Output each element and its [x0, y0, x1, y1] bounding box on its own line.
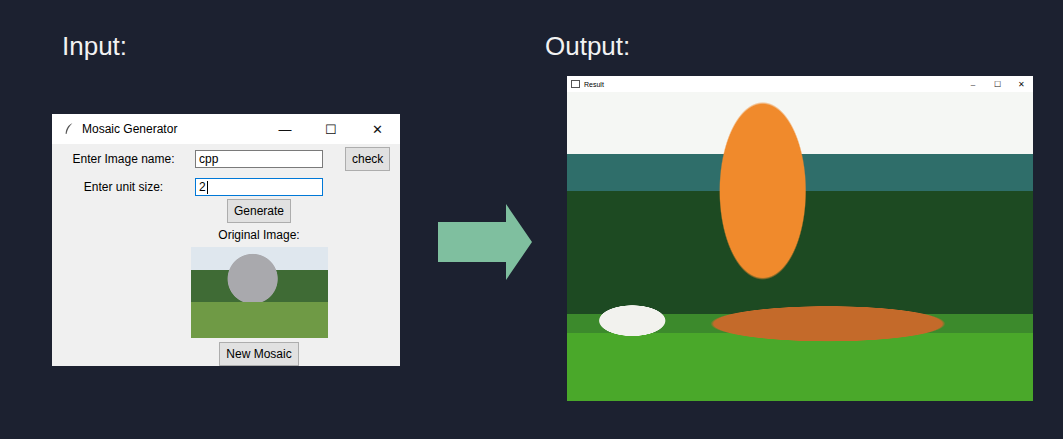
window-control-button[interactable]: – — [961, 80, 985, 89]
lower-section: Generate Original Image: New Mosaic — [195, 199, 323, 366]
input-panel: Input:Mosaic Generator—☐✕Enter Image nam… — [52, 30, 400, 366]
input-caption: Input: — [62, 30, 400, 62]
field-label: Enter Image name: — [52, 152, 195, 166]
result-controls: –☐✕ — [961, 80, 1033, 89]
arrow-icon — [436, 200, 534, 284]
new-mosaic-button[interactable]: New Mosaic — [219, 342, 298, 366]
title-bar: Mosaic Generator—☐✕ — [52, 114, 400, 144]
window-control-button[interactable]: ☐ — [308, 122, 354, 137]
form: Enter Image name: cpp check Enter unit size… — [52, 144, 400, 196]
window-controls: —☐✕ — [262, 122, 400, 137]
output-panel: Output: Result–☐✕ — [545, 30, 1033, 401]
text-entry[interactable]: cpp — [195, 150, 323, 168]
window-title: Mosaic Generator — [82, 122, 262, 136]
window-control-button[interactable]: ☐ — [985, 80, 1009, 89]
window-body: Enter Image name: cpp check Enter unit size… — [52, 144, 400, 366]
mosaic-generator-window: Mosaic Generator—☐✕ Enter Image name: cpp c… — [52, 114, 400, 366]
entry-value: cpp — [199, 152, 218, 166]
window-icon — [571, 80, 580, 88]
generate-button[interactable]: Generate — [227, 199, 291, 223]
check-button[interactable]: check — [345, 147, 390, 171]
field-label: Enter unit size: — [52, 180, 195, 194]
original-image — [191, 247, 328, 338]
mosaic-image — [567, 92, 1033, 401]
entry-value: 2 — [199, 180, 206, 194]
original-image-label: Original Image: — [218, 228, 299, 243]
window-control-button[interactable]: — — [262, 122, 308, 137]
window-control-button[interactable]: ✕ — [1009, 80, 1033, 89]
page: Input:Mosaic Generator—☐✕Enter Image nam… — [0, 0, 1063, 439]
feather-icon — [64, 122, 74, 136]
result-window: Result–☐✕ — [567, 76, 1033, 401]
window-control-button[interactable]: ✕ — [354, 122, 400, 137]
result-title: Result — [584, 81, 961, 88]
text-caret — [207, 181, 208, 194]
result-title-bar: Result–☐✕ — [567, 76, 1033, 92]
side-cell: check — [323, 147, 400, 171]
text-entry[interactable]: 2 — [195, 178, 323, 196]
output-caption: Output: — [545, 30, 1033, 62]
